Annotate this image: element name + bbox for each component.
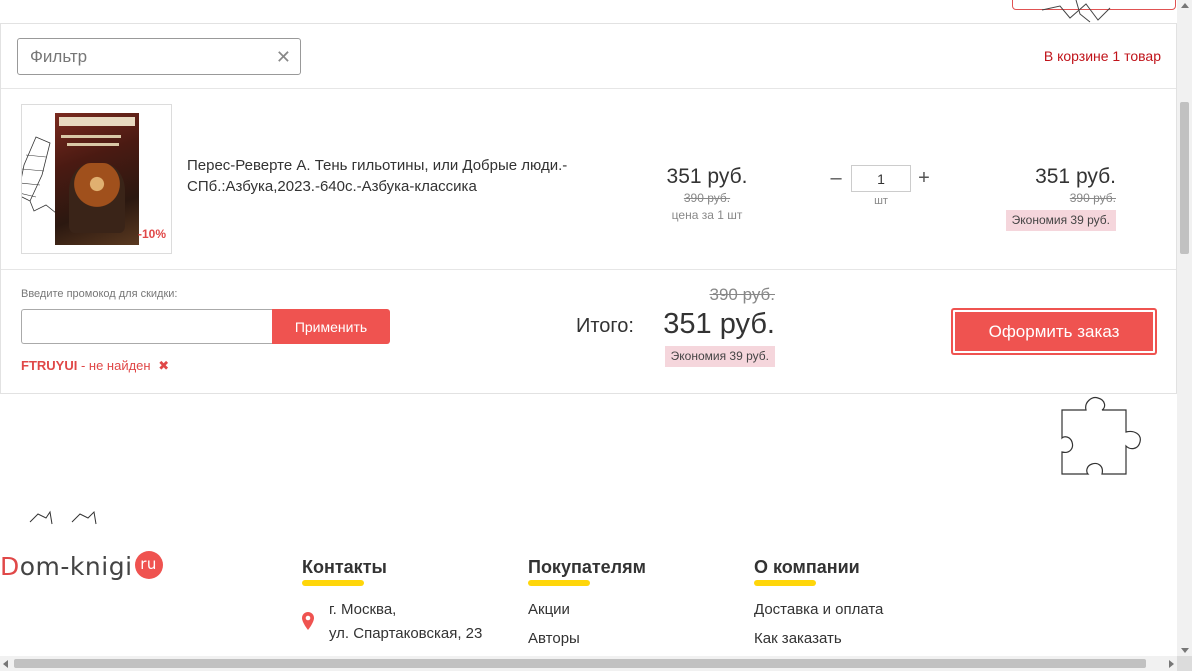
logo-badge: ru (134, 551, 163, 579)
address: г. Москва, ул. Спартаковская, 23 (302, 598, 482, 646)
checkout-button-label: Оформить заказ (988, 321, 1120, 341)
item-total-old-price: 390 руб. (1069, 191, 1116, 205)
title-underline (754, 580, 816, 586)
apply-promo-button[interactable]: Применить (272, 309, 390, 344)
footer-link-how-to-order[interactable]: Как заказать (754, 624, 883, 653)
horizontal-scroll-thumb[interactable] (14, 659, 1146, 668)
unit-old-price: 390 руб. (683, 191, 731, 205)
qty-increase-button[interactable]: + (913, 165, 935, 191)
discount-badge: -10% (137, 227, 166, 241)
book-title-link[interactable]: Перес-Реверте А. Тень гильотины, или Доб… (187, 155, 607, 197)
qty-decrease-button[interactable]: – (825, 165, 847, 191)
footer-buyers-title: Покупателям (528, 557, 646, 577)
total-label: Итого: (576, 315, 634, 337)
cart-count: В корзине 1 товар (1043, 48, 1161, 64)
item-total-block: 351 руб. 390 руб. Экономия 39 руб. (1005, 164, 1116, 231)
checkout-button[interactable]: Оформить заказ (951, 308, 1157, 355)
unit-price-block: 351 руб. 390 руб. цена за 1 шт (647, 164, 767, 224)
order-total-block: 390 руб. 351 руб. Экономия 39 руб. (651, 284, 775, 367)
scroll-down-icon[interactable] (1181, 648, 1189, 653)
promo-code-text: FTRUYUI (21, 358, 78, 373)
cart-item-row: -10% Перес-Реверте А. Тень гильотины, ил… (1, 89, 1176, 270)
unit-price: 351 руб. (666, 165, 748, 188)
scrollbar-corner (1177, 656, 1192, 671)
address-line-2: ул. Спартаковская, 23 (329, 625, 483, 642)
vertical-scrollbar[interactable] (1177, 0, 1192, 656)
remove-promo-icon[interactable]: ✖ (158, 358, 169, 373)
footer-company: О компании Доставка и оплата Как заказат… (754, 556, 883, 653)
qty-unit-label: шт (874, 195, 888, 207)
quantity-input[interactable] (851, 165, 911, 192)
promo-code-input[interactable] (21, 309, 273, 344)
footer-buyers: Покупателям Акции Авторы (528, 556, 646, 653)
unit-price-note: цена за 1 шт (671, 208, 743, 222)
scroll-up-icon[interactable] (1181, 3, 1189, 8)
decorative-sketch (1041, 0, 1111, 23)
cart-panel: ✕ В корзине 1 товар -10% Перес-Реверте А… (0, 23, 1177, 394)
promo-summary-row: Введите промокод для скидки: Применить F… (1, 270, 1176, 393)
footer-contacts-title: Контакты (302, 557, 387, 577)
order-old-total: 390 руб. (709, 285, 775, 304)
scroll-left-icon[interactable] (3, 660, 8, 668)
book-thumbnail[interactable]: -10% (21, 104, 172, 254)
title-underline (302, 580, 364, 586)
promo-status: FTRUYUI - не найден ✖ (21, 358, 169, 374)
vertical-scroll-thumb[interactable] (1180, 102, 1189, 254)
item-economy-badge: Экономия 39 руб. (1005, 210, 1116, 231)
footer-contacts: Контакты г. Москва, ул. Спартаковская, 2… (302, 556, 482, 646)
decorative-sketch (29, 510, 97, 525)
item-total-price: 351 руб. (1035, 165, 1116, 188)
footer-link-authors[interactable]: Авторы (528, 624, 646, 653)
title-underline (528, 580, 590, 586)
logo-text: om-knigi (19, 552, 133, 581)
horizontal-scrollbar[interactable] (0, 656, 1177, 671)
footer-link-promotions[interactable]: Акции (528, 595, 646, 624)
book-cover-image (55, 113, 139, 245)
promo-status-text: - не найден (77, 358, 151, 373)
logo-letter: D (0, 552, 20, 581)
footer-link-delivery[interactable]: Доставка и оплата (754, 595, 883, 624)
order-economy-badge: Экономия 39 руб. (664, 346, 775, 367)
footer-company-title: О компании (754, 557, 860, 577)
location-pin-icon (302, 612, 314, 630)
filter-row: ✕ В корзине 1 товар (1, 24, 1176, 89)
site-logo[interactable]: Dom-knigi ru (0, 551, 163, 582)
scroll-right-icon[interactable] (1169, 660, 1174, 668)
promo-label: Введите промокод для скидки: (21, 288, 178, 300)
filter-box: ✕ (17, 38, 301, 75)
order-total: 351 руб. (663, 308, 775, 340)
filter-input[interactable] (18, 39, 300, 74)
puzzle-sketch-icon (1061, 397, 1141, 475)
address-line-1: г. Москва, (329, 601, 397, 618)
clear-icon[interactable]: ✕ (276, 47, 291, 67)
